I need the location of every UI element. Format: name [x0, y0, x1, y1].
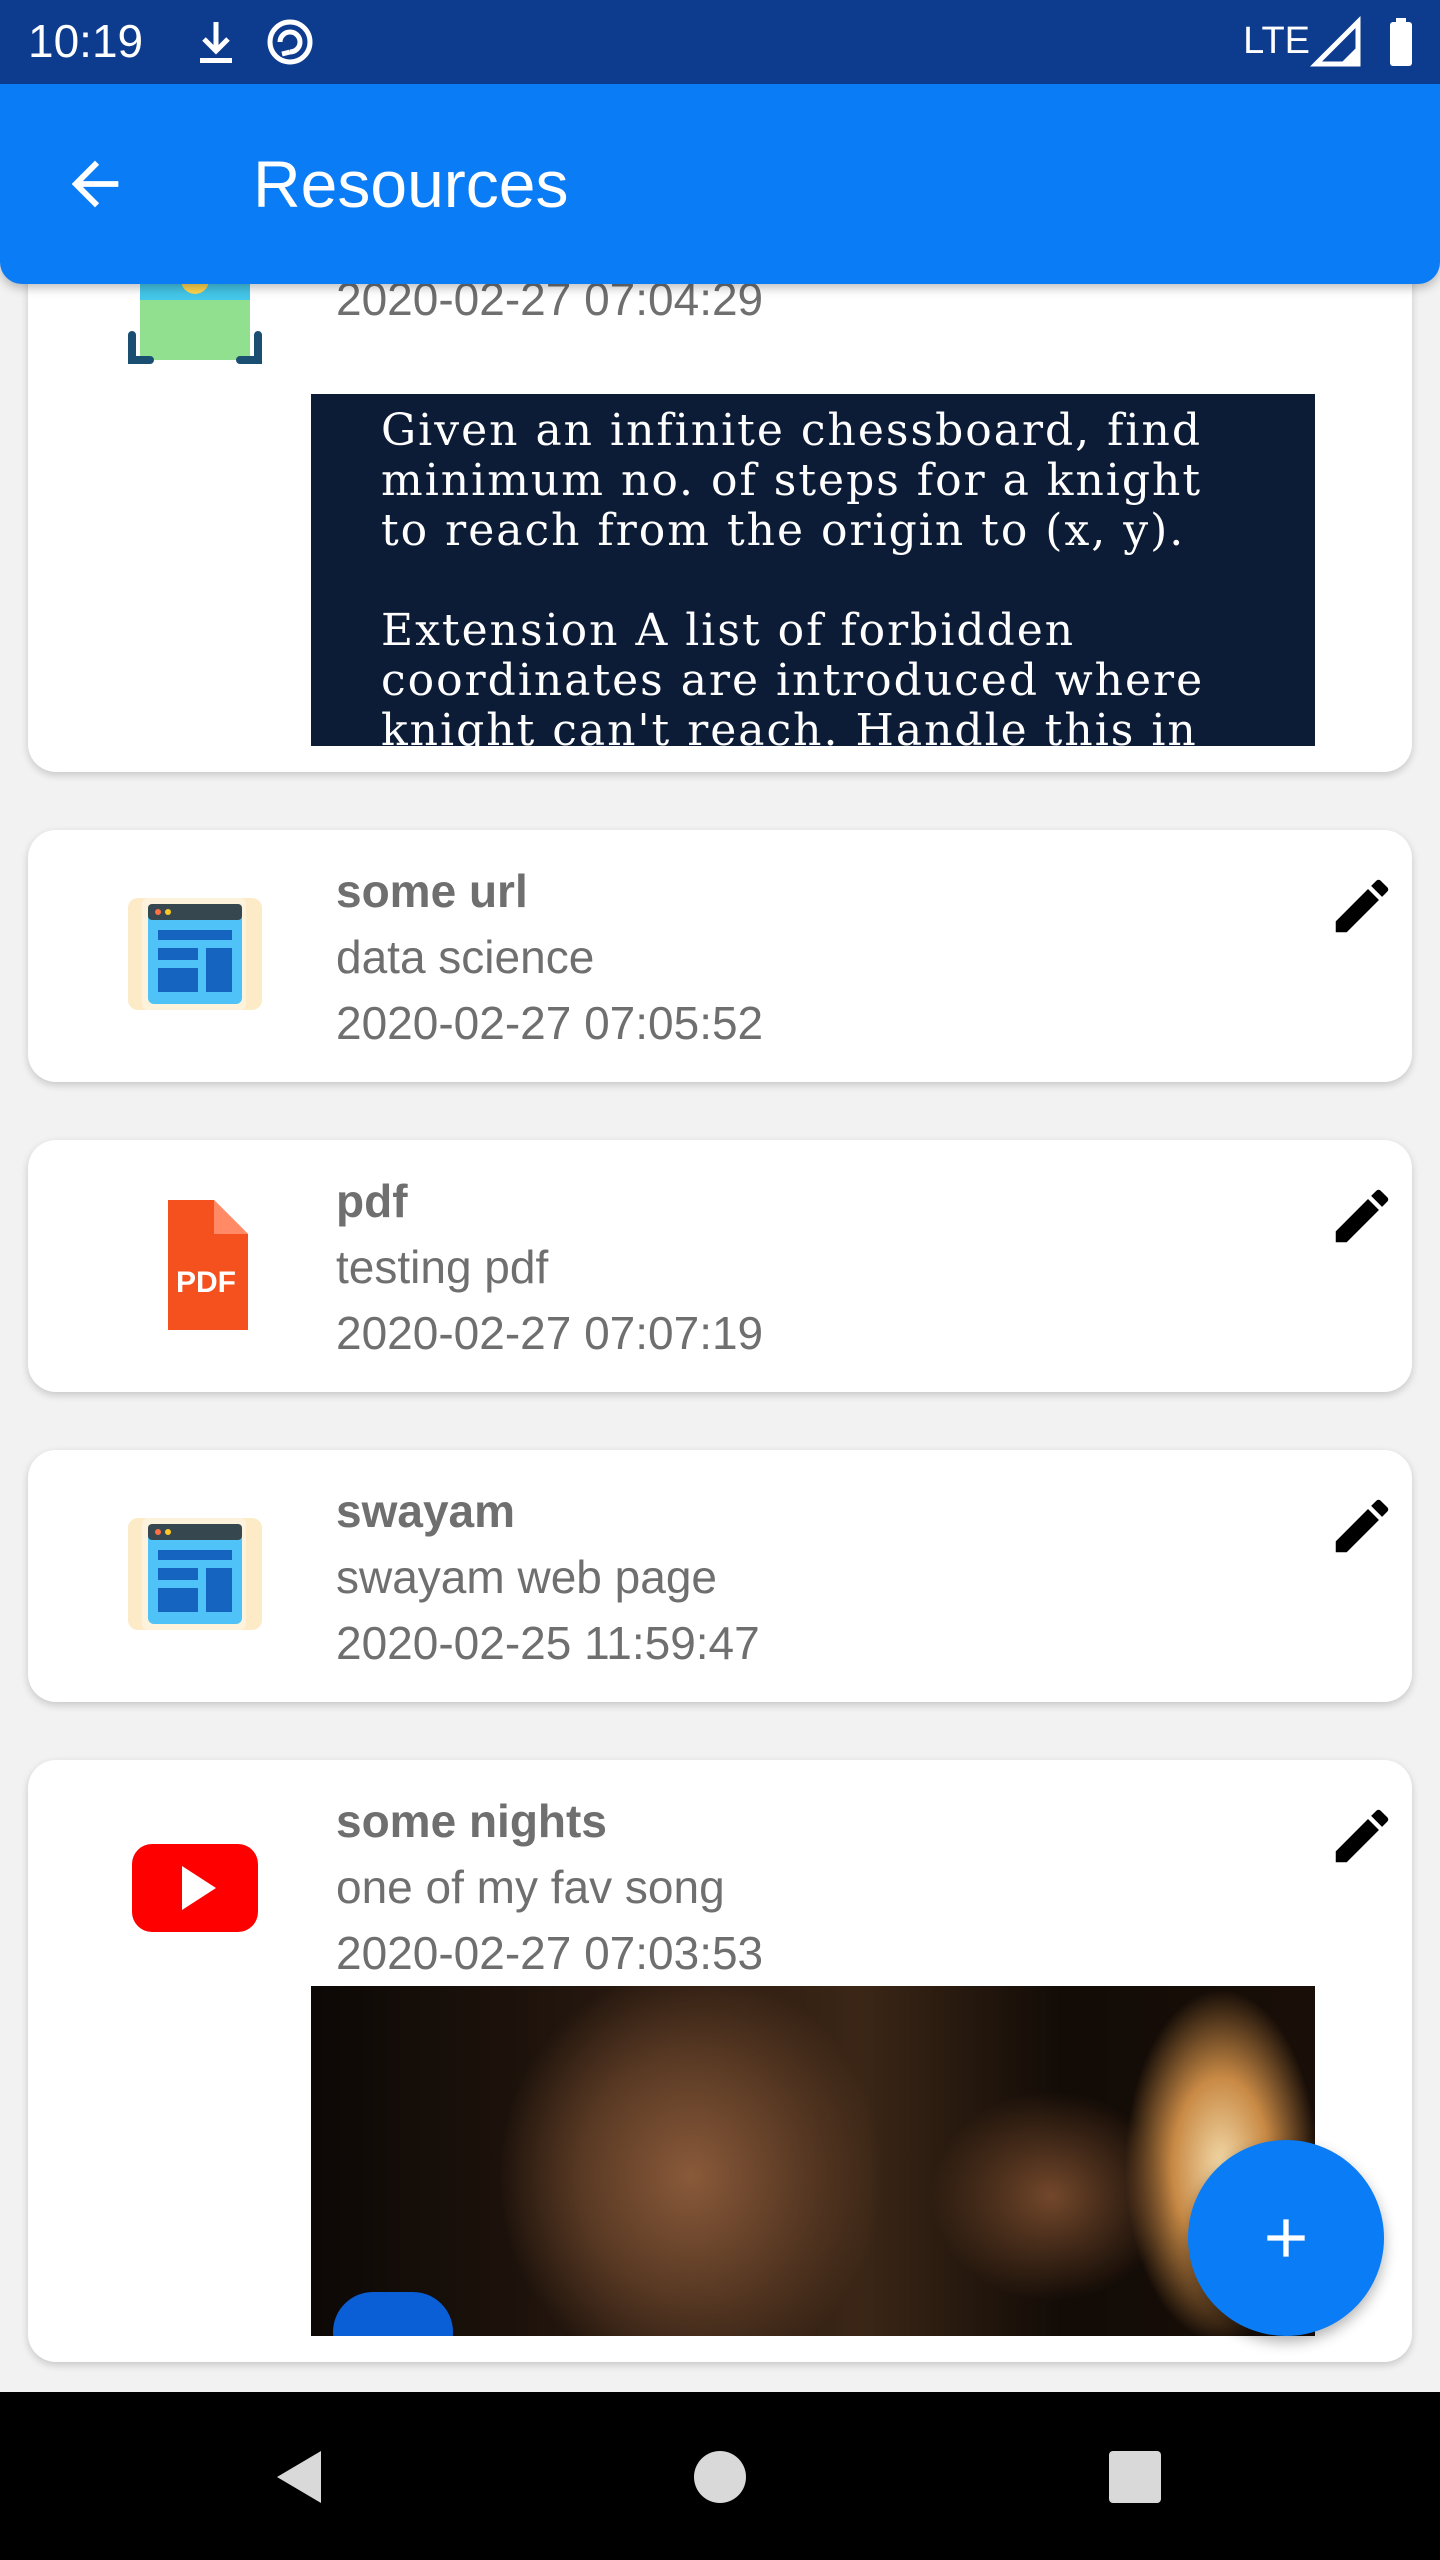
add-resource-button[interactable]	[1188, 2140, 1384, 2336]
youtube-icon	[120, 1800, 270, 1950]
video-thumbnail[interactable]	[311, 1986, 1315, 2336]
arrow-back-icon	[71, 160, 119, 208]
resource-timestamp: 2020-02-27 07:03:53	[336, 1927, 764, 1979]
web-page-icon	[120, 1500, 270, 1650]
pencil-icon	[1335, 1499, 1389, 1553]
resource-title: pdf	[336, 1175, 408, 1227]
recents-square-icon	[1109, 2451, 1161, 2503]
pencil-icon	[1335, 1809, 1389, 1863]
pencil-icon	[1335, 1189, 1389, 1243]
preview-line: Extension A list of forbidden	[381, 605, 1076, 656]
system-nav-bar	[0, 2392, 1440, 2560]
nav-back-button[interactable]	[256, 2432, 346, 2522]
resource-card[interactable]: some url data science 2020-02-27 07:05:5…	[28, 830, 1412, 1082]
edit-button[interactable]	[1312, 1476, 1412, 1576]
resource-title: swayam	[336, 1485, 516, 1537]
app-bar: Resources	[0, 84, 1440, 284]
pencil-icon	[1335, 879, 1389, 933]
pdf-label: PDF	[176, 1266, 236, 1299]
home-circle-icon	[694, 2451, 746, 2503]
pdf-icon: PDF	[120, 1190, 270, 1340]
preview-line: knight can't reach. Handle this in	[381, 705, 1198, 747]
resource-timestamp: 2020-02-25 11:59:47	[336, 1617, 760, 1669]
preview-line: to reach from the origin to (x, y).	[381, 505, 1186, 556]
preview-line	[381, 556, 1245, 606]
resource-description: testing pdf	[336, 1241, 549, 1293]
preview-line: coordinates are introduced where	[381, 655, 1205, 706]
back-button[interactable]	[50, 139, 140, 229]
resource-timestamp: 2020-02-27 07:07:19	[336, 1307, 764, 1359]
resource-description: one of my fav song	[336, 1861, 725, 1913]
battery-icon	[1380, 14, 1436, 70]
resource-title: some nights	[336, 1795, 607, 1847]
download-icon	[188, 14, 244, 70]
resource-list[interactable]: google 2020-02-27 07:04:29 Given an infi…	[0, 0, 1440, 2392]
signal-icon	[1309, 14, 1366, 70]
nav-home-button[interactable]	[675, 2432, 765, 2522]
resource-title: some url	[336, 865, 528, 917]
resource-card[interactable]: swayam swayam web page 2020-02-25 11:59:…	[28, 1450, 1412, 1702]
edit-button[interactable]	[1312, 1166, 1412, 1266]
resource-timestamp: 2020-02-27 07:05:52	[336, 997, 764, 1049]
plus-icon	[1267, 2219, 1305, 2257]
page-title: Resources	[253, 147, 569, 221]
sync-icon	[262, 14, 318, 70]
network-type: LTE	[1243, 20, 1310, 62]
resource-card[interactable]: PDF pdf testing pdf 2020-02-27 07:07:19	[28, 1140, 1412, 1392]
edit-button[interactable]	[1312, 1786, 1412, 1886]
web-page-icon	[120, 880, 270, 1030]
nav-recents-button[interactable]	[1090, 2432, 1180, 2522]
resource-description: swayam web page	[336, 1551, 717, 1603]
back-triangle-icon	[277, 2451, 321, 2503]
text-image-preview[interactable]: Given an infinite chessboard, find minim…	[311, 394, 1315, 746]
preview-line: Given an infinite chessboard, find	[381, 405, 1202, 456]
status-time: 10:19	[28, 15, 144, 67]
resource-description: data science	[336, 931, 595, 983]
preview-line: minimum no. of steps for a knight	[381, 455, 1203, 506]
video-overlay-shape	[333, 2292, 453, 2336]
edit-button[interactable]	[1312, 856, 1412, 956]
status-bar: 10:19 LTE	[0, 0, 1440, 84]
